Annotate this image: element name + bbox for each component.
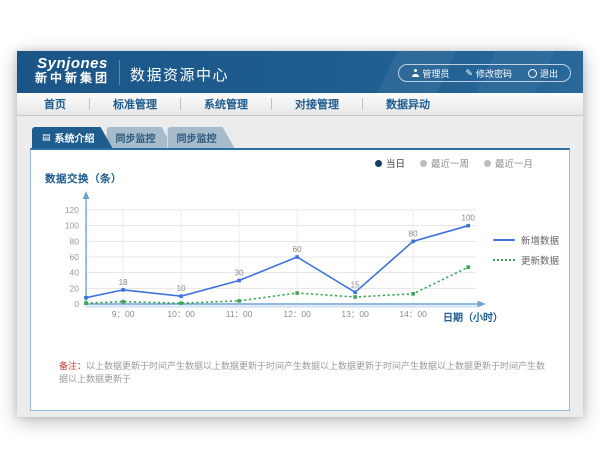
main-nav: 首页 标准管理 系统管理 对接管理 数据异动	[17, 93, 583, 116]
logo-en-text: Synjones	[35, 55, 110, 72]
content-area: ▤ 系统介绍 同步监控 同步监控 当日 最近一周	[17, 117, 583, 417]
tab-sync-monitor-1-label: 同步监控	[116, 130, 156, 145]
legend-label-update: 更新数据	[521, 253, 559, 267]
svg-text:14：00: 14：00	[399, 309, 427, 319]
nav-item-standard-mgmt[interactable]: 标准管理	[90, 96, 180, 112]
legend-label-new: 新增数据	[521, 233, 559, 247]
app-header: Synjones 新中新集团 数据资源中心 管理员 ✎ 修改密码 退出	[17, 51, 583, 93]
legend-item-updated-data[interactable]: 更新数据	[493, 250, 559, 270]
svg-text:80: 80	[70, 236, 80, 246]
change-password-button[interactable]: ✎ 修改密码	[457, 67, 520, 80]
tab-sync-monitor-2-label: 同步监控	[177, 130, 217, 145]
time-range-filters: 当日 最近一周 最近一月	[375, 156, 533, 170]
svg-text:10: 10	[177, 284, 186, 293]
svg-text:60: 60	[293, 245, 302, 254]
legend-item-new-data[interactable]: 新增数据	[493, 230, 559, 250]
edit-icon: ✎	[465, 69, 473, 77]
svg-text:100: 100	[65, 221, 79, 231]
svg-text:11：00: 11：00	[226, 309, 253, 319]
filter-today[interactable]: 当日	[375, 156, 405, 170]
svg-text:40: 40	[70, 268, 80, 278]
document-icon: ▤	[42, 133, 51, 142]
tab-sync-monitor-2[interactable]: 同步监控	[167, 127, 235, 148]
logout-label: 退出	[540, 67, 558, 80]
note-text: 以上数据更新于时间产生数据以上数据更新于时间产生数据以上数据更新于时间产生数据以…	[59, 361, 545, 384]
svg-text:0: 0	[74, 299, 79, 309]
legend-swatch-update	[493, 259, 515, 261]
svg-text:15: 15	[351, 280, 360, 289]
filter-last-month-label: 最近一月	[495, 156, 533, 170]
svg-text:12：00: 12：00	[283, 309, 311, 319]
header-divider	[119, 60, 120, 85]
footer-note: 备注：以上数据更新于时间产生数据以上数据更新于时间产生数据以上数据更新于时间产生…	[59, 360, 553, 386]
svg-text:9：00: 9：00	[112, 309, 135, 319]
svg-text:30: 30	[235, 269, 244, 278]
app-window: Synjones 新中新集团 数据资源中心 管理员 ✎ 修改密码 退出 首页 标…	[17, 51, 583, 417]
company-logo: Synjones 新中新集团	[35, 55, 110, 86]
svg-text:10：00: 10：00	[167, 309, 195, 319]
svg-text:60: 60	[70, 252, 80, 262]
svg-text:20: 20	[70, 283, 80, 293]
tab-system-intro-label: 系统介绍	[55, 130, 95, 145]
radio-dot	[420, 160, 427, 167]
radio-dot	[484, 160, 491, 167]
legend-swatch-new	[493, 239, 515, 241]
user-menu: 管理员 ✎ 修改密码 退出	[398, 64, 571, 82]
filter-last-week[interactable]: 最近一周	[420, 156, 469, 170]
note-label: 备注：	[59, 361, 86, 371]
x-axis-title: 日期（小时）	[443, 309, 503, 324]
user-icon	[411, 69, 419, 77]
admin-user-button[interactable]: 管理员	[403, 67, 457, 80]
power-icon	[528, 69, 537, 78]
svg-text:18: 18	[119, 278, 128, 287]
nav-item-interface-mgmt[interactable]: 对接管理	[272, 96, 362, 112]
filter-last-month[interactable]: 最近一月	[484, 156, 533, 170]
tab-sync-monitor-1[interactable]: 同步监控	[106, 127, 174, 148]
radio-dot	[375, 160, 382, 167]
y-axis-title: 数据交换（条）	[45, 171, 122, 186]
nav-item-system-mgmt[interactable]: 系统管理	[181, 96, 271, 112]
admin-user-label: 管理员	[422, 67, 449, 80]
chart-legend: 新增数据 更新数据	[493, 230, 559, 270]
filter-today-label: 当日	[386, 156, 405, 170]
tab-bar: ▤ 系统介绍 同步监控 同步监控	[32, 127, 235, 148]
svg-text:120: 120	[65, 205, 79, 215]
tab-system-intro[interactable]: ▤ 系统介绍	[32, 127, 113, 148]
chart-panel: 当日 最近一周 最近一月 数据交换（条） 9：00 10：00 11：00 12：00…	[30, 148, 570, 411]
nav-item-home[interactable]: 首页	[21, 96, 89, 112]
svg-text:100: 100	[462, 214, 476, 223]
nav-item-data-change[interactable]: 数据异动	[363, 96, 453, 112]
svg-text:80: 80	[409, 229, 418, 238]
page-title: 数据资源中心	[130, 64, 229, 85]
logout-button[interactable]: 退出	[520, 67, 566, 80]
filter-last-week-label: 最近一周	[431, 156, 469, 170]
change-password-label: 修改密码	[476, 67, 512, 80]
svg-text:13：00: 13：00	[341, 309, 369, 319]
logo-cn-text: 新中新集团	[35, 72, 110, 86]
